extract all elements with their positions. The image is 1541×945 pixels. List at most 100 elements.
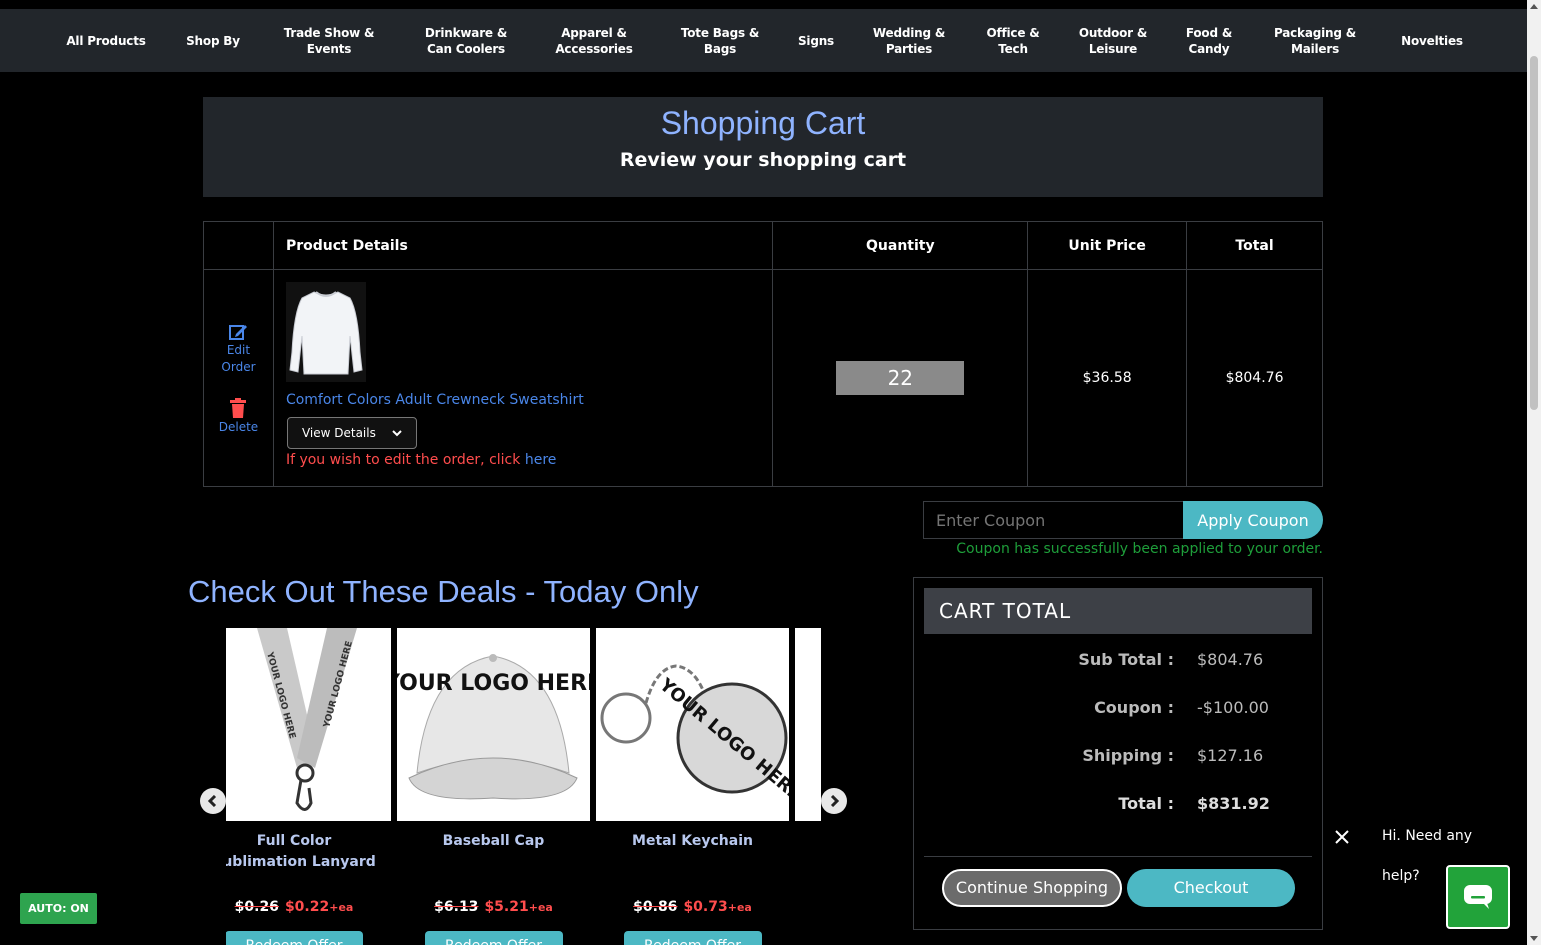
scroll-thumb[interactable] xyxy=(1530,56,1538,410)
metal-keychain-image[interactable]: YOUR LOGO HERE xyxy=(596,628,789,821)
page-scrollbar[interactable] xyxy=(1527,0,1541,945)
nav-signs[interactable]: Signs xyxy=(790,9,842,72)
redeem-offer-button[interactable]: Redeem Offer xyxy=(226,931,363,945)
deal-card[interactable]: YOUR LOGO HERE YOUR LOGO HERE Full Color… xyxy=(226,628,391,945)
chat-icon xyxy=(1464,885,1492,909)
unit-price: $36.58 xyxy=(1027,269,1188,487)
deal-name[interactable]: Baseball Cap xyxy=(397,831,590,875)
deal-price-suffix: +ea xyxy=(528,901,553,914)
chevron-down-icon xyxy=(392,430,402,437)
deal-old-price: $0.26 xyxy=(234,899,279,915)
edit-here-link[interactable]: here xyxy=(525,452,557,468)
deal-card[interactable]: YOUR LOGO HERE Metal Keychain $0.86 $0.73… xyxy=(596,628,789,945)
deal-new-price: $0.22 xyxy=(284,899,330,915)
deal-price-suffix: +ea xyxy=(329,901,354,914)
row-total: $804.76 xyxy=(1186,269,1323,487)
deal-name[interactable]: Full Color Sublimation Lanyard xyxy=(226,831,391,875)
col-quantity: Quantity xyxy=(772,221,1029,270)
product-name-link[interactable]: Comfort Colors Adult Crewneck Sweatshirt xyxy=(286,392,584,408)
main-nav: All Products Shop By Trade Show & Events… xyxy=(0,9,1527,72)
scroll-up-icon[interactable] xyxy=(1530,4,1538,9)
nav-office[interactable]: Office & Tech xyxy=(976,9,1050,72)
carousel-prev-button[interactable] xyxy=(200,788,226,814)
col-actions xyxy=(203,221,274,270)
grand-total-label: Total : xyxy=(1118,794,1174,813)
deal-new-price: $5.21 xyxy=(484,899,529,915)
table-row: Edit Order Delete Comfort Colors Adult C… xyxy=(203,269,1323,487)
edit-order-label: Edit Order xyxy=(221,343,256,374)
coupon-success-message: Coupon has successfully been applied to … xyxy=(956,541,1323,557)
subtotal-value: $804.76 xyxy=(1197,650,1264,669)
quantity-cell: 22 xyxy=(772,269,1029,487)
nav-trade-show[interactable]: Trade Show & Events xyxy=(276,9,382,72)
nav-tote-bags[interactable]: Tote Bags & Bags xyxy=(672,9,768,72)
deal-name[interactable]: Metal Keychain xyxy=(596,831,789,875)
chevron-left-icon xyxy=(207,795,217,807)
edit-note-text: If you wish to edit the order, click xyxy=(285,452,521,468)
scroll-down-icon[interactable] xyxy=(1530,936,1538,941)
deal-prices: $0.26 $0.22+ea xyxy=(226,899,391,915)
shipping-label: Shipping : xyxy=(1082,746,1174,765)
deal-old-price: $0.86 xyxy=(633,899,678,915)
baseball-cap-image[interactable]: YOUR LOGO HERE xyxy=(397,628,590,821)
nav-food[interactable]: Food & Candy xyxy=(1174,9,1244,72)
auto-on-badge[interactable]: AUTO: ON xyxy=(20,893,97,924)
col-product-details: Product Details xyxy=(272,221,774,270)
apply-coupon-button[interactable]: Apply Coupon xyxy=(1183,501,1323,539)
grand-total-value: $831.92 xyxy=(1197,794,1270,813)
deal-prices: $6.13 $5.21+ea xyxy=(397,899,590,915)
nav-outdoor[interactable]: Outdoor & Leisure xyxy=(1070,9,1156,72)
row-actions: Edit Order Delete xyxy=(203,269,274,487)
edit-order-note: If you wish to edit the order, click her… xyxy=(286,452,556,468)
redeem-offer-button[interactable]: Redeem Offer xyxy=(623,931,762,945)
col-unit-price: Unit Price xyxy=(1027,221,1188,270)
nav-shop-by[interactable]: Shop By xyxy=(176,9,250,72)
subtotal-label: Sub Total : xyxy=(1078,650,1174,669)
coupon-value: -$100.00 xyxy=(1197,698,1269,717)
deal-price-suffix: +ea xyxy=(727,901,752,914)
cart-total-title: CART TOTAL xyxy=(924,588,1312,634)
deal-new-price: $0.73 xyxy=(683,899,728,915)
page-subtitle: Review your shopping cart xyxy=(619,149,907,171)
close-icon[interactable] xyxy=(1332,827,1352,847)
nav-all-products[interactable]: All Products xyxy=(58,9,154,72)
delete-button[interactable]: Delete xyxy=(204,398,273,434)
top-strip xyxy=(0,0,1527,9)
nav-drinkware[interactable]: Drinkware & Can Coolers xyxy=(414,9,518,72)
edit-order-button[interactable]: Edit Order xyxy=(204,322,273,376)
divider xyxy=(924,856,1312,857)
chat-greeting: Hi. Need any help? xyxy=(1370,816,1510,884)
deal-image-partial[interactable] xyxy=(795,628,821,821)
chat-launcher-button[interactable] xyxy=(1446,865,1510,929)
view-details-label: View Details xyxy=(301,426,376,440)
nav-apparel[interactable]: Apparel & Accessories xyxy=(546,9,642,72)
coupon-input[interactable] xyxy=(923,501,1185,539)
cart-total-box: CART TOTAL Sub Total : $804.76 Coupon : … xyxy=(913,577,1323,930)
product-details-cell: Comfort Colors Adult Crewneck Sweatshirt… xyxy=(272,269,774,487)
deal-card-partial[interactable] xyxy=(795,628,821,821)
edit-icon xyxy=(229,325,248,340)
view-details-dropdown[interactable]: View Details xyxy=(286,417,417,449)
chevron-right-icon xyxy=(830,795,840,807)
redeem-offer-button[interactable]: Redeem Offer xyxy=(424,931,563,945)
cart-table: Product Details Quantity Unit Price Tota… xyxy=(203,221,1323,487)
carousel-next-button[interactable] xyxy=(821,788,847,814)
lanyard-image[interactable]: YOUR LOGO HERE YOUR LOGO HERE xyxy=(226,628,391,821)
deals-carousel: YOUR LOGO HERE YOUR LOGO HERE Full Color… xyxy=(226,628,821,945)
nav-novelties[interactable]: Novelties xyxy=(1392,9,1472,72)
deal-prices: $0.86 $0.73+ea xyxy=(596,899,789,915)
checkout-button[interactable]: Checkout xyxy=(1127,869,1295,907)
deal-card[interactable]: YOUR LOGO HERE Baseball Cap $6.13 $5.21+e… xyxy=(397,628,590,945)
trash-icon xyxy=(230,398,247,418)
quantity-input[interactable]: 22 xyxy=(836,361,965,395)
continue-shopping-button[interactable]: Continue Shopping xyxy=(942,869,1122,907)
coupon-label: Coupon : xyxy=(1094,698,1174,717)
nav-packaging[interactable]: Packaging & Mailers xyxy=(1264,9,1366,72)
sweatshirt-image[interactable] xyxy=(285,282,366,382)
delete-label: Delete xyxy=(218,420,259,434)
col-total: Total xyxy=(1186,221,1323,270)
cap-logo-text: YOUR LOGO HERE xyxy=(397,671,590,696)
nav-wedding[interactable]: Wedding & Parties xyxy=(864,9,954,72)
deals-title: Check Out These Deals - Today Only xyxy=(188,574,699,609)
deal-old-price: $6.13 xyxy=(434,899,479,915)
